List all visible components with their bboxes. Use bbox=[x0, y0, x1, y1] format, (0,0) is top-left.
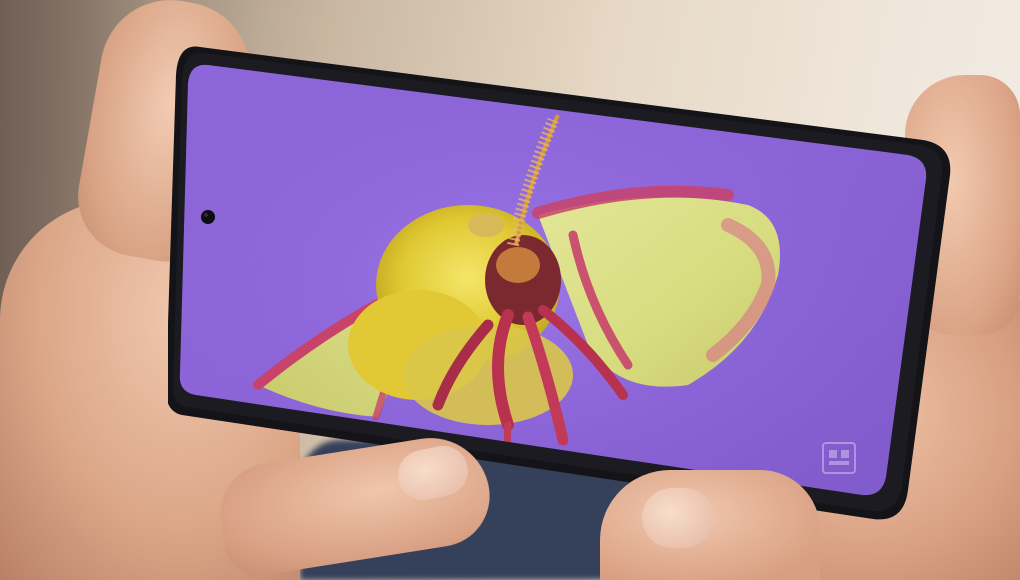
phone-illustration bbox=[168, 46, 951, 520]
right-thumbnail bbox=[642, 488, 714, 548]
smartphone bbox=[168, 45, 953, 523]
front-camera-icon bbox=[201, 210, 215, 224]
